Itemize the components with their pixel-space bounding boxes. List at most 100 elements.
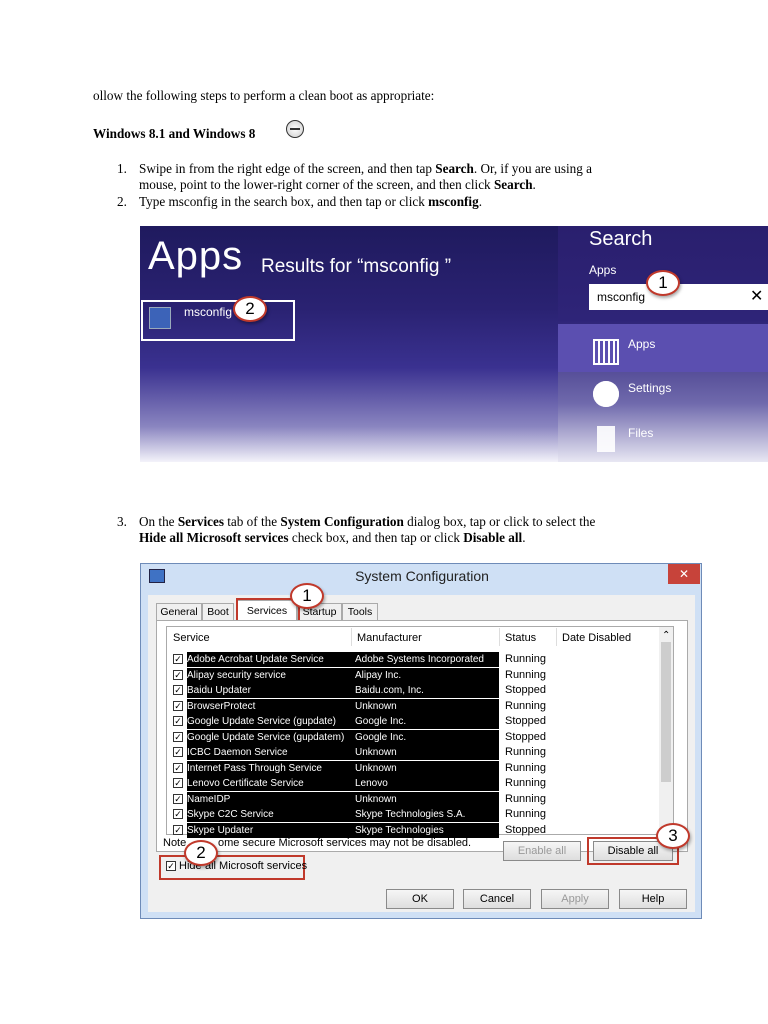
tab-tools[interactable]: Tools — [342, 603, 378, 620]
enable-all-button[interactable]: Enable all — [503, 841, 581, 861]
services-tab-highlight — [236, 598, 300, 622]
column-header-date-disabled[interactable]: Date Disabled — [562, 632, 631, 644]
column-header-service[interactable]: Service — [173, 632, 210, 644]
service-manufacturer: Baidu.com, Inc. — [355, 683, 499, 698]
service-status: Stopped — [505, 823, 546, 836]
step-2-number: 2. — [117, 194, 127, 209]
service-status: Stopped — [505, 715, 546, 727]
step-3-part: . — [522, 530, 526, 545]
apply-button[interactable]: Apply — [541, 889, 609, 909]
service-manufacturer: Adobe Systems Incorporated — [355, 652, 499, 667]
service-manufacturer: Unknown — [355, 760, 499, 776]
step-3-part: dialog box, tap or click to select the — [403, 514, 596, 529]
note-text-right: ome secure Microsoft services may not be… — [218, 837, 472, 849]
gear-icon — [593, 381, 619, 407]
hide-microsoft-checkbox[interactable]: ✓ — [166, 861, 176, 871]
service-status: Running — [505, 699, 546, 712]
callout-1-services-tab: 1 — [290, 583, 324, 609]
service-status: Running — [505, 792, 546, 805]
step-3-bold: Services — [177, 514, 224, 529]
service-name: Baidu Updater — [187, 683, 355, 698]
search-input-value[interactable]: msconfig — [597, 290, 645, 304]
service-checkbox[interactable]: ✓ — [173, 762, 183, 773]
service-name: Alipay security service — [187, 667, 355, 683]
close-button[interactable]: ✕ — [668, 564, 700, 584]
service-status: Running — [505, 777, 546, 789]
service-name: Google Update Service (gupdatem) — [187, 729, 355, 745]
service-manufacturer: Skype Technologies S.A. — [355, 807, 499, 822]
service-manufacturer: Google Inc. — [355, 714, 499, 729]
column-header-manufacturer[interactable]: Manufacturer — [357, 632, 422, 644]
results-text: Results for “msconfig ” — [261, 256, 452, 277]
step-1-search-bold: Search — [435, 161, 474, 176]
step-3-part: check box, and then tap or click — [288, 530, 464, 545]
service-checkbox[interactable]: ✓ — [173, 793, 183, 804]
column-header-status[interactable]: Status — [505, 632, 536, 644]
scroll-up-icon[interactable]: ⌃ — [662, 630, 670, 641]
cancel-button[interactable]: Cancel — [463, 889, 531, 909]
hide-microsoft-label-right[interactable]: all Microsoft services — [205, 860, 307, 872]
service-name: Lenovo Certificate Service — [187, 776, 355, 791]
step-1-number: 1. — [117, 161, 127, 176]
service-status: Running — [505, 761, 546, 774]
service-status: Running — [505, 653, 546, 665]
service-name: Internet Pass Through Service — [187, 760, 355, 776]
step-1-part: Swipe in from the right edge of the scre… — [139, 161, 436, 176]
service-name: Skype C2C Service — [187, 807, 355, 822]
search-screenshot: Apps Results for “msconfig ” msconfig Se… — [140, 226, 768, 462]
step-1-part: mouse, point to the lower-right corner o… — [139, 177, 494, 192]
column-divider — [351, 628, 352, 646]
list-scroll-thumb[interactable] — [661, 642, 671, 782]
service-checkbox[interactable]: ✓ — [173, 809, 183, 819]
ok-button[interactable]: OK — [386, 889, 454, 909]
service-checkbox[interactable]: ✓ — [173, 654, 183, 664]
service-name: Skype Updater — [187, 822, 355, 838]
step-2-text: Type msconfig in the search box, and the… — [139, 194, 482, 210]
msconfig-app-icon[interactable] — [149, 307, 171, 329]
callout-2-result: 2 — [233, 296, 267, 322]
intro-text: ollow the following steps to perform a c… — [93, 88, 435, 103]
service-checkbox[interactable]: ✓ — [173, 747, 183, 757]
result-item-label[interactable]: msconfig — [184, 305, 232, 319]
charm-scope: Apps — [589, 263, 617, 277]
step-3-bold: Hide all Microsoft services — [139, 530, 289, 545]
service-status: Running — [505, 746, 546, 758]
service-manufacturer: Unknown — [355, 745, 499, 760]
step-3-text-line2: Hide all Microsoft services check box, a… — [139, 530, 526, 546]
service-status: Stopped — [505, 684, 546, 696]
service-checkbox[interactable]: ✓ — [173, 778, 183, 788]
apps-title: Apps — [148, 234, 244, 278]
step-2-part: . — [478, 194, 482, 209]
scope-row-label[interactable]: Apps — [628, 337, 655, 351]
service-checkbox[interactable]: ✓ — [173, 716, 183, 726]
scope-row-label[interactable]: Settings — [628, 381, 671, 395]
service-manufacturer: Unknown — [355, 791, 499, 807]
step-2-part: Type msconfig in the search box, and the… — [139, 194, 429, 209]
service-manufacturer: Unknown — [355, 698, 499, 714]
service-checkbox[interactable]: ✓ — [173, 824, 183, 835]
tab-general[interactable]: General — [156, 603, 202, 620]
callout-1-search: 1 — [646, 270, 680, 296]
callout-3-disable-all: 3 — [656, 823, 690, 849]
service-checkbox[interactable]: ✓ — [173, 731, 183, 742]
section-heading: Windows 8.1 and Windows 8 — [93, 126, 255, 142]
column-divider — [556, 628, 557, 646]
service-checkbox[interactable]: ✓ — [173, 685, 183, 695]
step-3-part: On the — [139, 514, 178, 529]
step-3-part: tab of the — [223, 514, 281, 529]
tab-boot[interactable]: Boot — [202, 603, 234, 620]
step-1-search-bold: Search — [493, 177, 533, 192]
scope-row-label[interactable]: Files — [628, 426, 653, 440]
service-manufacturer: Alipay Inc. — [355, 667, 499, 683]
service-name: BrowserProtect — [187, 698, 355, 714]
service-checkbox[interactable]: ✓ — [173, 700, 183, 711]
clear-icon[interactable]: ✕ — [750, 286, 763, 305]
collapse-icon[interactable] — [286, 120, 304, 138]
service-name: NameIDP — [187, 791, 355, 807]
service-checkbox[interactable]: ✓ — [173, 669, 183, 680]
scope-row-apps[interactable] — [558, 324, 768, 372]
service-name: ICBC Daemon Service — [187, 745, 355, 760]
help-button[interactable]: Help — [619, 889, 687, 909]
callout-2-hide-checkbox: 2 — [184, 840, 218, 866]
service-name: Google Update Service (gupdate) — [187, 714, 355, 729]
